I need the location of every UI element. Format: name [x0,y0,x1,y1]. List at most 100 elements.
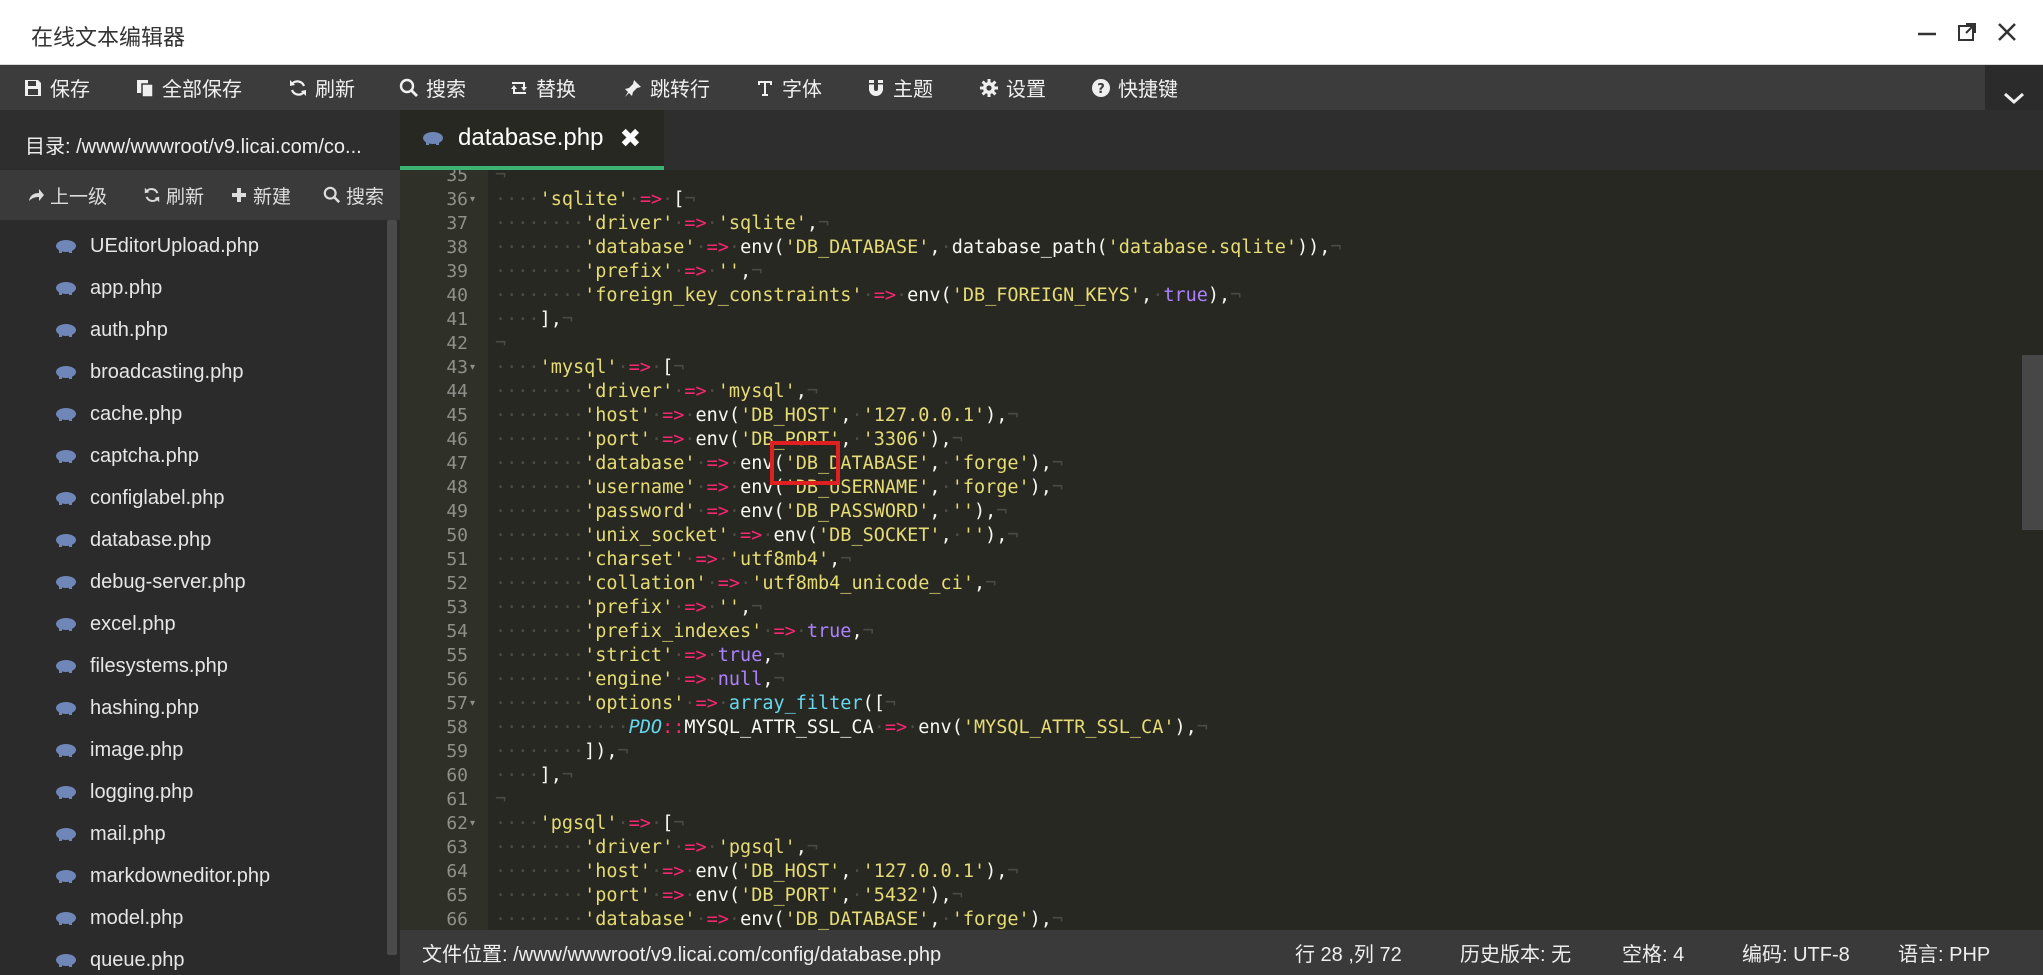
file-item[interactable]: hashing.php [0,688,385,728]
code-line[interactable]: ········'host'·=>·env('DB_HOST',·'127.0.… [495,860,1019,884]
file-item[interactable]: configlabel.php [0,478,385,518]
refresh-button[interactable]: 刷新 [287,65,355,110]
file-name: captcha.php [90,444,199,467]
file-item[interactable]: broadcasting.php [0,352,385,392]
file-item[interactable]: image.php [0,730,385,770]
code-line[interactable]: ····],¬ [495,308,573,332]
file-name: filesystems.php [90,654,228,677]
code-line[interactable]: ········'username'·=>·env('DB_USERNAME',… [495,476,1063,500]
file-item[interactable]: captcha.php [0,436,385,476]
code-line[interactable]: ····'sqlite'·=>·[¬ [495,188,696,212]
file-item[interactable]: cache.php [0,394,385,434]
file-item[interactable]: database.php [0,520,385,560]
save-button[interactable]: 保存 [22,65,90,110]
line-number: 54 [446,621,468,642]
code-line[interactable]: ············PDO::MYSQL_ATTR_SSL_CA·=>·en… [495,716,1208,740]
code-line[interactable]: ········'engine'·=>·null,¬ [495,668,785,692]
code-line[interactable]: ········'driver'·=>·'pgsql',¬ [495,836,818,860]
code-line[interactable]: ····'pgsql'·=>·[¬ [495,812,684,836]
code-line[interactable]: ¬ [495,788,506,812]
new-file-button[interactable]: 新建 [230,170,291,220]
file-item[interactable]: auth.php [0,310,385,350]
sidebar-refresh-button[interactable]: 刷新 [143,170,204,220]
fold-arrow-icon[interactable]: ▾ [470,188,484,212]
close-icon[interactable] [1990,15,2024,49]
line-number: 58 [446,717,468,738]
save-all-button[interactable]: 全部保存 [134,65,242,110]
code-line[interactable]: ¬ [495,332,506,356]
parent-dir-label: 上一级 [50,186,108,208]
code-line[interactable]: ········'host'·=>·env('DB_HOST',·'127.0.… [495,404,1019,428]
file-name: configlabel.php [90,486,225,509]
maximize-icon[interactable] [1950,15,1984,49]
code-line[interactable]: ········'password'·=>·env('DB_PASSWORD',… [495,500,1007,524]
code-line[interactable]: ········'driver'·=>·'mysql',¬ [495,380,818,404]
file-name: model.php [90,906,184,929]
file-item[interactable]: excel.php [0,604,385,644]
tab-close-icon[interactable]: ✖ [619,123,641,154]
code-line[interactable]: ········'driver'·=>·'sqlite',¬ [495,212,829,236]
code-line[interactable]: ········'port'·=>·env('DB_PORT',·'3306')… [495,428,963,452]
code-line[interactable]: ········'unix_socket'·=>·env('DB_SOCKET'… [495,524,1019,548]
goto-line-button[interactable]: 跳转行 [622,65,710,110]
code-line[interactable]: ····'mysql'·=>·[¬ [495,356,684,380]
shortcuts-button[interactable]: ? 快捷键 [1090,65,1178,110]
search-button[interactable]: 搜索 [398,65,466,110]
settings-button[interactable]: 设置 [978,65,1046,110]
file-item[interactable]: UEditorUpload.php [0,226,385,266]
indent-spaces[interactable]: 空格: 4 [1622,930,1684,975]
line-number: 40 [446,285,468,306]
file-name: database.php [90,528,212,551]
file-item[interactable]: markdowneditor.php [0,856,385,896]
tab-database-php[interactable]: database.php ✖ [400,110,664,170]
line-gutter: 35 36 ▾ 37 38 39 40 41 42 43 ▾ 44 45 46 47 48 49 50 51 52 53… [400,170,488,930]
history-version[interactable]: 历史版本: 无 [1460,930,1571,975]
file-name: broadcasting.php [90,360,244,383]
file-item[interactable]: model.php [0,898,385,938]
php-elephant-icon [56,366,76,379]
save-icon [22,77,44,99]
code-line[interactable]: ········'database'·=>·env('DB_DATABASE',… [495,908,1063,930]
code-line[interactable]: ········'port'·=>·env('DB_PORT',·'5432')… [495,884,963,908]
code-line[interactable]: ········'database'·=>·env('DB_DATABASE',… [495,452,1063,476]
search-label: 搜索 [426,79,466,101]
code-line[interactable]: ········'strict'·=>·true,¬ [495,644,785,668]
code-line[interactable]: ········'foreign_key_constraints'·=>·env… [495,284,1241,308]
status-bar: 文件位置: /www/wwwroot/v9.licai.com/config/d… [400,930,2043,975]
minimize-icon[interactable] [1910,15,1944,49]
file-name: image.php [90,738,184,761]
php-elephant-icon [56,660,76,673]
sidebar-search-button[interactable]: 搜索 [323,170,384,220]
file-item[interactable]: logging.php [0,772,385,812]
file-name: excel.php [90,612,176,635]
font-button[interactable]: 字体 [754,65,822,110]
file-encoding[interactable]: 编码: UTF-8 [1742,930,1850,975]
code-line[interactable]: ········'prefix'·=>·'',¬ [495,596,762,620]
parent-dir-button[interactable]: 上一级 [27,170,107,220]
language-mode[interactable]: 语言: PHP [1898,930,1990,975]
code-line[interactable]: ········'options'·=>·array_filter([¬ [495,692,896,716]
code-line[interactable]: ········]),¬ [495,740,629,764]
file-item[interactable]: app.php [0,268,385,308]
fold-arrow-icon[interactable]: ▾ [470,692,484,716]
code-line[interactable]: ¬ [495,170,506,188]
theme-button[interactable]: 主题 [865,65,933,110]
code-line[interactable]: ········'prefix'·=>·'',¬ [495,260,762,284]
editor-scrollbar[interactable] [2022,355,2043,530]
sidebar-scrollbar[interactable] [387,220,397,955]
code-line[interactable]: ········'collation'·=>·'utf8mb4_unicode_… [495,572,996,596]
file-item[interactable]: mail.php [0,814,385,854]
fold-arrow-icon[interactable]: ▾ [470,812,484,836]
file-name: app.php [90,276,163,299]
file-item[interactable]: queue.php [0,940,385,975]
file-item[interactable]: debug-server.php [0,562,385,602]
code-line[interactable]: ····],¬ [495,764,573,788]
code-line[interactable]: ········'charset'·=>·'utf8mb4',¬ [495,548,851,572]
code-editor[interactable]: 35 36 ▾ 37 38 39 40 41 42 43 ▾ 44 45 46 47 48 49 50 51 52 53… [400,170,2043,930]
replace-label: 替换 [536,79,576,101]
code-line[interactable]: ········'prefix_indexes'·=>·true,¬ [495,620,874,644]
code-line[interactable]: ········'database'·=>·env('DB_DATABASE',… [495,236,1342,260]
file-item[interactable]: filesystems.php [0,646,385,686]
fold-arrow-icon[interactable]: ▾ [470,356,484,380]
replace-button[interactable]: 替换 [508,65,576,110]
